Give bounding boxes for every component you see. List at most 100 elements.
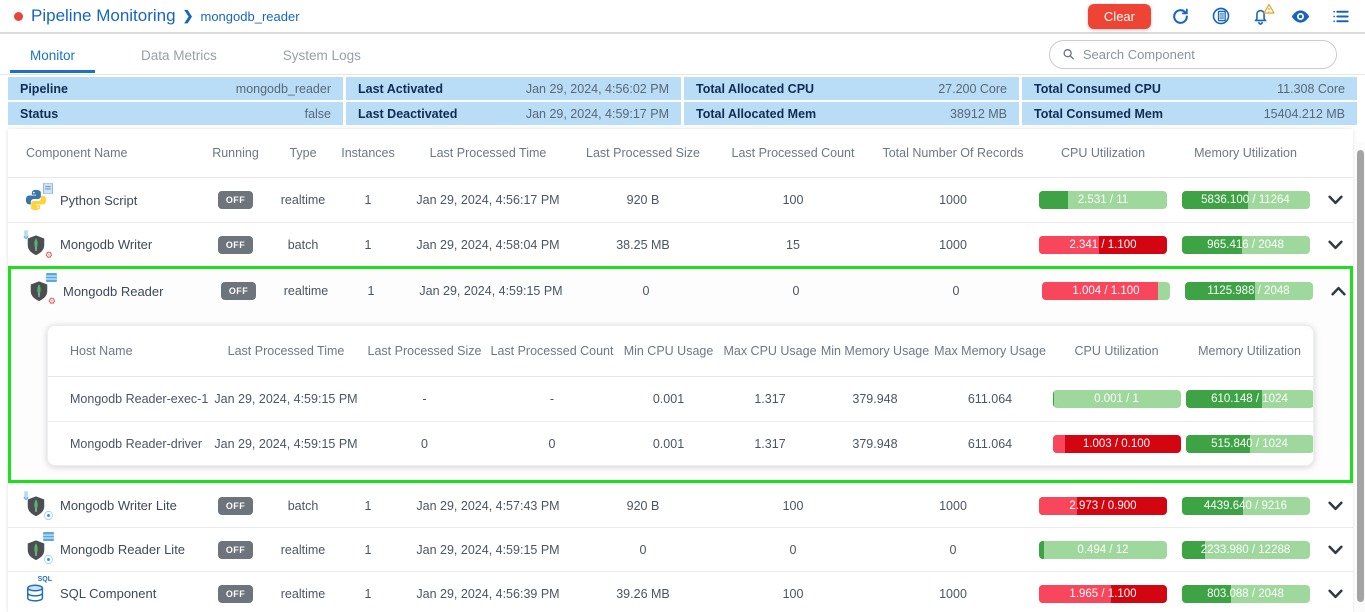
expand-chevron-icon[interactable]	[1318, 195, 1352, 205]
tab-monitor[interactable]: Monitor	[28, 37, 77, 72]
host-detail-card: Host NameLast Processed TimeLast Process…	[47, 325, 1314, 466]
running-toggle[interactable]: OFF	[218, 191, 253, 209]
mongodb-reader-icon: ⚙	[27, 278, 53, 304]
component-table: Component NameRunningTypeInstancesLast P…	[8, 129, 1353, 612]
sub-column-header: Last Processed Count	[487, 344, 617, 358]
cpu-utilization-bar: 1.965 / 1.100	[1039, 585, 1167, 603]
list-menu-icon[interactable]	[1330, 6, 1351, 27]
min-cpu-usage: 0.001	[617, 437, 720, 451]
summary-last-activated: Last Activated Jan 29, 2024, 4:56:02 PM	[346, 77, 681, 100]
memory-utilization-bar: 965.416 / 2048	[1182, 236, 1310, 254]
last-processed-count: 0	[487, 437, 617, 451]
column-header: Last Processed Time	[403, 146, 573, 160]
expand-chevron-icon[interactable]	[1318, 589, 1352, 599]
search-icon	[1062, 47, 1075, 61]
cpu-utilization-value: 2.973 / 0.900	[1039, 497, 1167, 515]
component-row: ⚙Mongodb ReaderOFFrealtime1Jan 29, 2024,…	[11, 269, 1350, 313]
audit-history-icon[interactable]	[1210, 6, 1231, 27]
component-row: ⦿Mongodb Reader LiteOFFrealtime1Jan 29, …	[8, 527, 1353, 571]
sub-column-header: Max CPU Usage	[720, 344, 820, 358]
memory-utilization-value: 965.416 / 2048	[1182, 236, 1310, 254]
sql-icon: SQL	[24, 581, 50, 607]
total-records: 1000	[873, 499, 1033, 513]
total-records: 0	[873, 543, 1033, 557]
expand-chevron-icon[interactable]	[1318, 240, 1352, 250]
component-type: realtime	[273, 543, 333, 557]
component-type: realtime	[273, 587, 333, 601]
component-type: batch	[273, 499, 333, 513]
summary-total-allocated-mem: Total Allocated Mem 38912 MB	[684, 102, 1019, 125]
last-processed-time: Jan 29, 2024, 4:59:15 PM	[210, 392, 362, 406]
expand-chevron-icon[interactable]	[1318, 501, 1352, 511]
last-processed-count: -	[487, 392, 617, 406]
vertical-scrollbar[interactable]	[1356, 142, 1365, 612]
last-processed-time: Jan 29, 2024, 4:58:04 PM	[403, 238, 573, 252]
running-toggle[interactable]: OFF	[218, 497, 253, 515]
component-name: SQL Component	[60, 586, 156, 601]
instances: 1	[333, 238, 403, 252]
cpu-utilization-value: 1.004 / 1.100	[1042, 282, 1170, 300]
selected-component-section: ⚙Mongodb ReaderOFFrealtime1Jan 29, 2024,…	[8, 266, 1353, 483]
search-component-box[interactable]	[1049, 40, 1337, 69]
column-header: Last Processed Size	[573, 146, 713, 160]
total-records: 1000	[873, 193, 1033, 207]
tab-bar: Monitor Data Metrics System Logs	[0, 34, 1365, 75]
last-processed-time: Jan 29, 2024, 4:56:39 PM	[403, 587, 573, 601]
component-type: realtime	[276, 284, 336, 298]
running-toggle[interactable]: OFF	[218, 585, 253, 603]
sub-column-header: CPU Utilization	[1050, 344, 1183, 358]
last-processed-count: 0	[716, 284, 876, 298]
memory-utilization-bar: 2233.980 / 12288	[1182, 541, 1310, 559]
breadcrumb-chevron-icon: ❯	[183, 8, 194, 24]
breadcrumb: mongodb_reader	[201, 9, 300, 24]
column-header: Type	[273, 146, 333, 160]
summary-total-allocated-cpu: Total Allocated CPU 27.200 Core	[684, 77, 1019, 100]
component-type: batch	[273, 238, 333, 252]
summary-pipeline: Pipeline mongodb_reader	[8, 77, 343, 100]
memory-utilization-value: 610.148 / 1024	[1186, 390, 1314, 408]
instances: 1	[333, 499, 403, 513]
running-toggle[interactable]: OFF	[218, 541, 253, 559]
memory-utilization-bar: 4439.640 / 9216	[1182, 497, 1310, 515]
host-name: Mongodb Reader-exec-1	[62, 392, 210, 406]
last-processed-count: 100	[713, 587, 873, 601]
search-input[interactable]	[1083, 47, 1324, 62]
column-header: Instances	[333, 146, 403, 160]
clear-button[interactable]: Clear	[1088, 4, 1151, 29]
component-name: Mongodb Writer	[60, 237, 152, 252]
watch-eye-icon[interactable]	[1290, 6, 1311, 27]
max-memory-usage: 611.064	[930, 437, 1050, 451]
last-processed-count: 100	[713, 499, 873, 513]
running-toggle[interactable]: OFF	[221, 282, 256, 300]
tab-system-logs[interactable]: System Logs	[281, 37, 363, 72]
column-header: Total Number Of Records	[873, 146, 1033, 160]
scrollbar-thumb[interactable]	[1357, 150, 1364, 602]
host-row: Mongodb Reader-exec-1Jan 29, 2024, 4:59:…	[48, 377, 1313, 421]
cpu-utilization-value: 2.341 / 1.100	[1039, 236, 1167, 254]
column-header: Running	[198, 146, 273, 160]
last-processed-time: Jan 29, 2024, 4:59:15 PM	[210, 437, 362, 451]
min-memory-usage: 379.948	[820, 392, 930, 406]
expand-chevron-icon[interactable]	[1321, 286, 1355, 296]
tab-data-metrics[interactable]: Data Metrics	[139, 37, 219, 72]
expand-chevron-icon[interactable]	[1318, 545, 1352, 555]
min-memory-usage: 379.948	[820, 437, 930, 451]
cpu-utilization-value: 1.003 / 0.100	[1053, 435, 1181, 453]
memory-utilization-bar: 803.088 / 2048	[1182, 585, 1310, 603]
running-toggle[interactable]: OFF	[218, 236, 253, 254]
memory-utilization-value: 1125.988 / 2048	[1185, 282, 1313, 300]
memory-utilization-value: 4439.640 / 9216	[1182, 497, 1310, 515]
refresh-icon[interactable]	[1170, 6, 1191, 27]
column-header: Memory Utilization	[1173, 146, 1318, 160]
host-row: Mongodb Reader-driverJan 29, 2024, 4:59:…	[48, 421, 1313, 465]
last-processed-size: 0	[576, 284, 716, 298]
sub-column-header: Last Processed Size	[362, 344, 487, 358]
instances: 1	[333, 543, 403, 557]
mongodb-reader-lite-icon: ⦿	[24, 537, 50, 563]
last-processed-size: -	[362, 392, 487, 406]
instances: 1	[333, 193, 403, 207]
cpu-utilization-bar: 2.341 / 1.100	[1039, 236, 1167, 254]
max-cpu-usage: 1.317	[720, 437, 820, 451]
last-processed-size: 920 B	[573, 499, 713, 513]
alerts-bell-icon[interactable]	[1250, 6, 1271, 27]
